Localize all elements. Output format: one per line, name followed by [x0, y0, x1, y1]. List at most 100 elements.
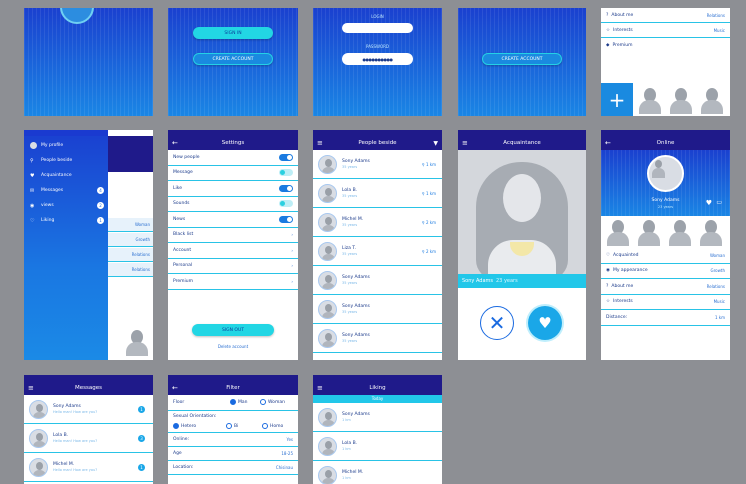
profile-photo[interactable]: [458, 150, 586, 274]
profile-banner: Sony Adams 23 years ♥ ▭: [601, 150, 730, 216]
menu-item-my-profile[interactable]: My profile: [24, 138, 108, 153]
toggle-message[interactable]: Message: [168, 166, 298, 181]
face-shape: [503, 174, 541, 222]
hamburger-icon[interactable]: ≡: [462, 139, 468, 147]
hamburger-icon[interactable]: ≡: [317, 139, 323, 147]
link-black-list[interactable]: Black list ›: [168, 228, 298, 243]
photo-thumbnail[interactable]: [668, 86, 694, 114]
filter-age-row[interactable]: Age 18-25: [168, 447, 298, 461]
create-account-button-2[interactable]: CREATE ACCOUNT: [482, 53, 562, 65]
link-premium[interactable]: Premium ›: [168, 274, 298, 290]
avatar: [29, 457, 48, 477]
avatar: [29, 428, 48, 448]
toggle-switch[interactable]: [279, 200, 293, 208]
status-bar: [24, 130, 108, 136]
page-title: Filter: [226, 385, 240, 391]
avatar: [29, 399, 48, 419]
hamburger-icon[interactable]: ≡: [317, 384, 323, 392]
detail-row[interactable]: ◉ My appearance Growth: [601, 264, 730, 279]
avatar: [318, 154, 337, 174]
filter-header: ← Filter: [168, 381, 298, 395]
dislike-button[interactable]: ✕: [480, 306, 514, 340]
toggle-sounds[interactable]: Sounds: [168, 197, 298, 212]
name-bar: Sony Adams 23 years: [458, 274, 586, 288]
sign-out-button[interactable]: SIGN OUT: [192, 324, 274, 336]
menu-item-people-beside[interactable]: ⚲ People beside: [24, 153, 108, 168]
password-field[interactable]: ●●●●●●●●●●: [342, 53, 413, 65]
list-item[interactable]: Liza T. 35 years ⚲ 2 km: [313, 237, 442, 266]
chevron-right-icon: ›: [291, 263, 293, 269]
photo-thumbnail[interactable]: [667, 218, 693, 246]
list-item[interactable]: Sony Adams Hello man! How are you? 1: [24, 395, 153, 424]
chat-icon[interactable]: ▭: [716, 199, 722, 206]
radio-hetero[interactable]: Hetero: [173, 423, 196, 429]
toggle-switch[interactable]: [279, 184, 293, 192]
sign-in-button[interactable]: SIGN IN: [193, 27, 273, 39]
back-arrow-icon[interactable]: ←: [172, 384, 178, 392]
radio-man[interactable]: Man: [230, 399, 248, 406]
profile-row[interactable]: ☆ Interests Music: [601, 23, 730, 38]
like-button[interactable]: ♥: [528, 306, 562, 340]
radio-homo[interactable]: Homo: [262, 423, 283, 429]
link-personal[interactable]: Personal ›: [168, 259, 298, 274]
delete-account-link[interactable]: Delete account: [168, 344, 298, 349]
location-pin-icon: ⚲ 2 km: [421, 219, 436, 225]
toggle-switch[interactable]: [279, 153, 293, 161]
profile-row[interactable]: ? About me Relations: [601, 8, 730, 23]
add-photo-button[interactable]: +: [601, 83, 633, 116]
photo-thumbnail[interactable]: [605, 218, 631, 246]
list-item[interactable]: Sony Adams 35 years: [313, 266, 442, 295]
list-item[interactable]: Sony Adams 35 years: [313, 324, 442, 353]
heart-icon[interactable]: ♥: [706, 199, 712, 207]
photo-thumbnail[interactable]: [698, 218, 724, 246]
link-account[interactable]: Account ›: [168, 243, 298, 259]
list-item[interactable]: Michel M. 1 km: [313, 461, 442, 484]
hamburger-icon[interactable]: ≡: [28, 384, 34, 392]
avatar-icon: [30, 142, 37, 149]
toggle-switch[interactable]: [279, 215, 293, 223]
photo-thumbnail[interactable]: [636, 218, 662, 246]
create-account-button[interactable]: CREATE ACCOUNT: [193, 53, 273, 65]
detail-row[interactable]: ? About me Relations: [601, 279, 730, 295]
menu-item-acquaintance[interactable]: ♥ Acquaintance: [24, 168, 108, 183]
photo-thumbnail[interactable]: [637, 86, 663, 114]
side-row: Relations: [108, 263, 153, 277]
toggle-new-people[interactable]: New people: [168, 150, 298, 166]
menu-item-messages[interactable]: ✉ Messages 4: [24, 183, 108, 198]
back-arrow-icon[interactable]: ←: [172, 139, 178, 147]
profile-avatar[interactable]: [647, 155, 684, 192]
toggle-news[interactable]: News: [168, 212, 298, 228]
back-arrow-icon[interactable]: ←: [605, 139, 611, 147]
filter-location-row[interactable]: Location: Chisinau: [168, 461, 298, 475]
login-screen: LOGIN PASSWORD ●●●●●●●●●●: [313, 8, 442, 116]
detail-row[interactable]: Distance: 1 km: [601, 310, 730, 326]
page-title: Liking: [369, 385, 386, 391]
menu-item-liking[interactable]: ♡ Liking 1: [24, 213, 108, 228]
list-item[interactable]: Sony Adams 1 km: [313, 403, 442, 432]
radio-woman[interactable]: Woman: [260, 399, 285, 406]
detail-row[interactable]: ☆ Interests Music: [601, 295, 730, 310]
message-icon: ✉: [30, 187, 35, 194]
list-item[interactable]: Michel M. Hello man! How are you? 1: [24, 453, 153, 482]
list-item[interactable]: Lola B. Hello man! How are you? 3: [24, 424, 153, 453]
filter-icon[interactable]: ▼: [433, 140, 438, 147]
profile-row[interactable]: ◆ Premium: [601, 38, 730, 53]
login-field[interactable]: [342, 23, 413, 33]
toggle-like[interactable]: Like: [168, 181, 298, 197]
radio-bi[interactable]: Bi: [226, 423, 238, 429]
chevron-right-icon: ›: [291, 278, 293, 284]
photo-thumbnail[interactable]: [699, 86, 725, 114]
detail-row[interactable]: ♡ Acquainted Woman: [601, 248, 730, 264]
list-item[interactable]: Sony Adams 35 years: [313, 295, 442, 324]
avatar: [318, 436, 337, 456]
ghost-avatar: [124, 328, 150, 356]
list-item[interactable]: Lola B. 35 years ⚲ 1 km: [313, 179, 442, 208]
messages-header: ≡ Messages: [24, 381, 153, 395]
menu-item-views[interactable]: ◉ views 2: [24, 198, 108, 213]
list-item[interactable]: Michel M. 35 years ⚲ 2 km: [313, 208, 442, 237]
views-badge: 2: [97, 202, 104, 209]
list-item[interactable]: Lola B. 1 km: [313, 432, 442, 461]
filter-online-row[interactable]: Online: Yes: [168, 433, 298, 447]
toggle-switch[interactable]: [279, 169, 293, 177]
list-item[interactable]: Sony Adams 35 years ⚲ 1 km: [313, 150, 442, 179]
